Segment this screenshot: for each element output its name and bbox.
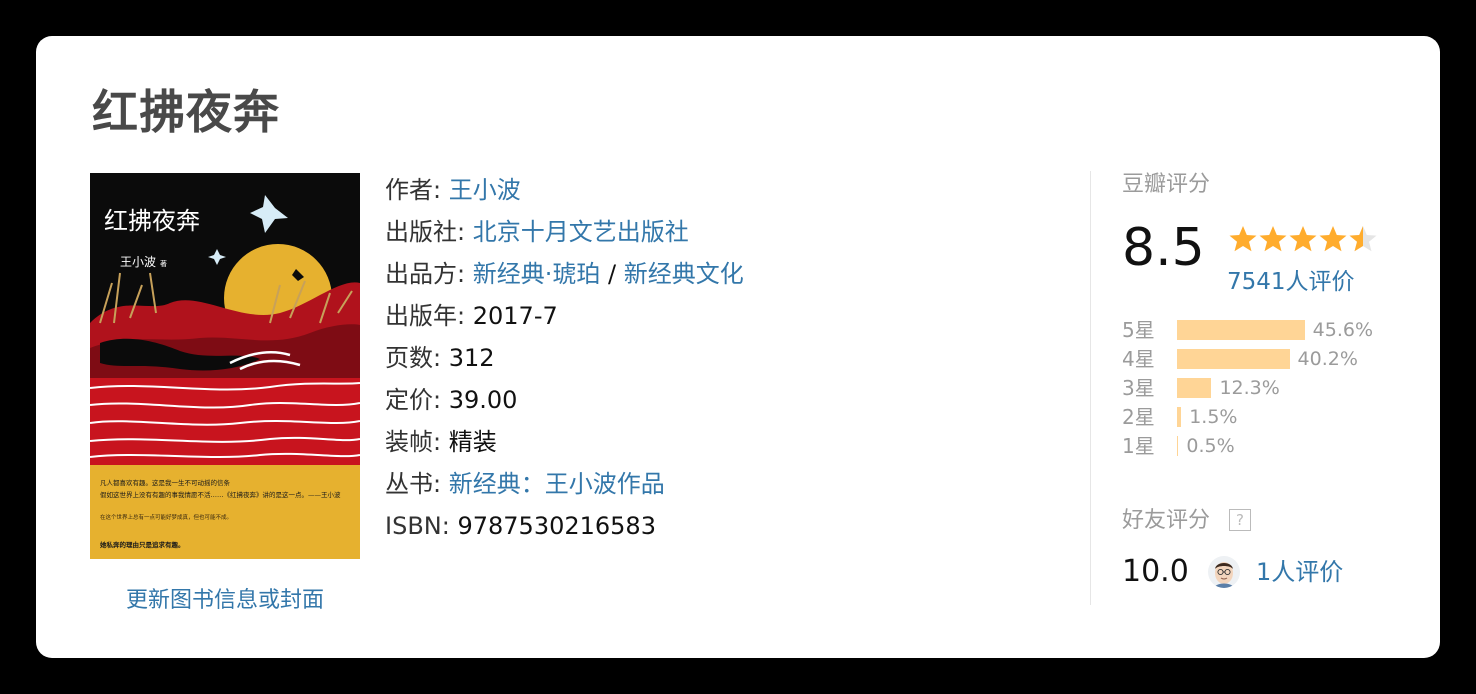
- producer-link-2[interactable]: 新经典文化: [624, 260, 744, 288]
- isbn-label: ISBN:: [385, 512, 450, 540]
- rating-bar: [1177, 436, 1179, 456]
- rating-percent: 1.5%: [1189, 406, 1238, 428]
- book-card: 红拂夜奔 红拂夜奔 王小波 著 凡人都喜欢有趣。这是我一生不可动摇的信条 假如这…: [36, 36, 1440, 658]
- rating-title: 豆瓣评分: [1122, 172, 1211, 197]
- rating-percent: 12.3%: [1219, 377, 1280, 399]
- cover-blurb-3: 在这个世界上总有一点可能好梦成真，但也可能不成。: [100, 513, 232, 521]
- rating-bar: [1177, 349, 1290, 369]
- avatar-face-icon: [1208, 556, 1240, 588]
- rating-bar: [1177, 378, 1212, 398]
- info-series-row: 丛书: 新经典：王小波作品: [385, 463, 744, 505]
- star-full-icon: [1289, 226, 1317, 252]
- update-book-info-link[interactable]: 更新图书信息或封面: [90, 582, 360, 614]
- rating-stars-icon: [1229, 226, 1377, 252]
- rating-row-label: 3星: [1122, 376, 1155, 400]
- binding-label: 装帧:: [385, 428, 442, 456]
- help-question-icon[interactable]: ?: [1229, 509, 1252, 531]
- rating-row-label: 1星: [1122, 434, 1155, 458]
- info-binding-row: 装帧: 精装: [385, 421, 744, 463]
- rating-distribution: 5星 45.6% 4星 40.2% 3星 12.3% 2星 1.5% 1星 0.…: [1122, 316, 1422, 461]
- section-divider: [1090, 171, 1091, 605]
- series-label: 丛书:: [385, 470, 442, 498]
- friends-rating-count-link[interactable]: 1人评价: [1256, 552, 1343, 592]
- book-title: 红拂夜奔: [92, 85, 280, 139]
- info-year-row: 出版年: 2017-7: [385, 295, 744, 337]
- cover-blurb-2: 假如这世界上没有有趣的事我情愿不活……《红拂夜奔》讲的是这一点。——王小波: [100, 490, 341, 499]
- info-price-row: 定价: 39.00: [385, 379, 744, 421]
- rating-row-1: 1星 0.5%: [1122, 432, 1422, 461]
- star-full-icon: [1229, 226, 1257, 252]
- publisher-label: 出版社:: [385, 218, 466, 246]
- cover-illustration: 红拂夜奔 王小波 著 凡人都喜欢有趣。这是我一生不可动摇的信条 假如这世界上没有…: [90, 173, 360, 559]
- friend-avatar[interactable]: [1208, 556, 1240, 588]
- author-link[interactable]: 王小波: [449, 176, 521, 204]
- info-pages-row: 页数: 312: [385, 337, 744, 379]
- star-full-icon: [1259, 226, 1287, 252]
- friends-rating-title: 好友评分: [1122, 508, 1211, 533]
- rating-percent: 0.5%: [1186, 435, 1235, 457]
- star-half-icon: [1349, 226, 1377, 252]
- info-author-row: 作者: 王小波: [385, 169, 744, 211]
- rating-row-3: 3星 12.3%: [1122, 374, 1422, 403]
- author-label: 作者:: [385, 176, 442, 204]
- series-link[interactable]: 新经典：王小波作品: [449, 470, 665, 498]
- publisher-link[interactable]: 北京十月文艺出版社: [473, 218, 689, 246]
- cover-title: 红拂夜奔: [104, 207, 200, 235]
- year-value: 2017-7: [472, 302, 558, 330]
- info-publisher-row: 出版社: 北京十月文艺出版社: [385, 211, 744, 253]
- cover-blurb-4: 她私奔的理由只是追求有趣。: [100, 540, 185, 549]
- producer-label: 出品方:: [385, 260, 466, 288]
- book-info: 作者: 王小波 出版社: 北京十月文艺出版社 出品方: 新经典·琥珀 / 新经典…: [385, 169, 744, 547]
- friends-rating-row: 10.0 1人评价: [1122, 552, 1422, 592]
- rating-row-label: 4星: [1122, 347, 1155, 371]
- rating-count-link[interactable]: 7541人评价: [1227, 262, 1355, 296]
- price-value: 39.00: [448, 386, 518, 414]
- rating-panel: 豆瓣评分 8.5 7541人评价 5星 45.6% 4星 40.2% 3星 12…: [1122, 166, 1422, 589]
- rating-row-5: 5星 45.6%: [1122, 316, 1422, 345]
- rating-score: 8.5: [1122, 218, 1205, 278]
- info-isbn-row: ISBN: 9787530216583: [385, 505, 744, 547]
- price-label: 定价:: [385, 386, 442, 414]
- producer-separator: /: [608, 260, 617, 288]
- producer-link-1[interactable]: 新经典·琥珀: [473, 260, 601, 288]
- binding-value: 精装: [448, 428, 497, 456]
- rating-bar: [1177, 320, 1305, 340]
- cover-blurb-1: 凡人都喜欢有趣。这是我一生不可动摇的信条: [100, 478, 231, 487]
- rating-row-label: 5星: [1122, 318, 1155, 342]
- rating-bar: [1177, 407, 1182, 427]
- pages-label: 页数:: [385, 344, 442, 372]
- rating-percent: 45.6%: [1312, 319, 1374, 341]
- rating-row-label: 2星: [1122, 405, 1155, 429]
- rating-row-2: 2星 1.5%: [1122, 403, 1422, 432]
- cover-author-suffix: 著: [160, 259, 167, 268]
- friends-rating-score: 10.0: [1122, 554, 1189, 589]
- isbn-value: 9787530216583: [457, 512, 656, 540]
- friends-rating-title-row: 好友评分 ?: [1122, 502, 1252, 534]
- star-full-icon: [1319, 226, 1347, 252]
- book-cover[interactable]: 红拂夜奔 王小波 著 凡人都喜欢有趣。这是我一生不可动摇的信条 假如这世界上没有…: [90, 173, 360, 559]
- rating-percent: 40.2%: [1297, 348, 1358, 370]
- pages-value: 312: [448, 344, 495, 372]
- info-producer-row: 出品方: 新经典·琥珀 / 新经典文化: [385, 253, 744, 295]
- year-label: 出版年:: [385, 302, 466, 330]
- cover-author: 王小波: [120, 255, 156, 269]
- rating-row-4: 4星 40.2%: [1122, 345, 1422, 374]
